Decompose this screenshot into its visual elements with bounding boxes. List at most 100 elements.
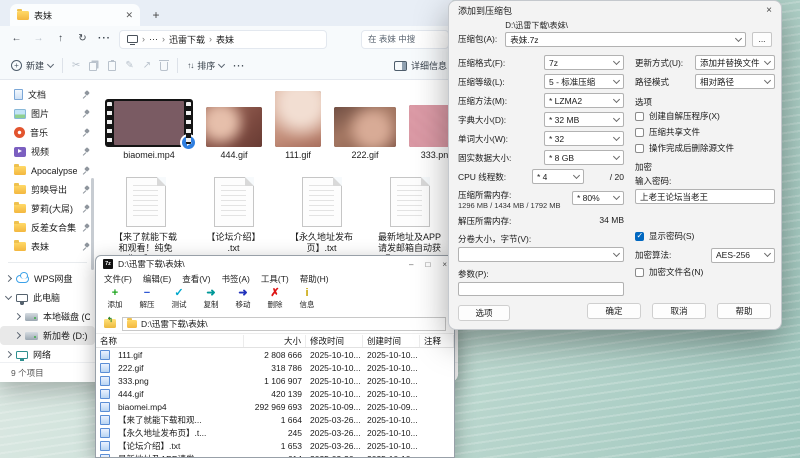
sidebar-item-图片[interactable]: 图片 (0, 104, 95, 123)
column-header-创建时间[interactable]: 创建时间 (363, 335, 420, 347)
search-input[interactable]: 在 表妹 中搜 (361, 30, 449, 49)
menu-编辑(E)[interactable]: 编辑(E) (143, 273, 171, 285)
tool-解压[interactable]: −解压 (136, 287, 158, 314)
file-item-txt[interactable]: 最新地址及APP请发邮箱自动获取！！！.txt (369, 177, 450, 265)
sidebar-item-剪映导出[interactable]: 剪映导出 (0, 180, 95, 199)
archive-file-row[interactable]: 【永久地址发布页】.t...2452025-03-26...2025-10-10… (96, 426, 454, 439)
file-item-biaomei.mp4[interactable]: biaomei.mp4 (105, 99, 193, 161)
share-icon[interactable]: ↗ (143, 61, 151, 71)
paste-icon[interactable] (108, 61, 116, 71)
field-combobox[interactable]: 5 - 标准压缩 (544, 74, 624, 89)
options-button[interactable]: 选项 (458, 305, 510, 321)
up-folder-icon[interactable] (104, 319, 116, 328)
file-item-txt[interactable]: 【永久地址发布页】.txt (281, 177, 362, 265)
back-button[interactable]: ← (9, 34, 24, 44)
chevron-down-icon[interactable] (5, 293, 12, 300)
menu-文件(F)[interactable]: 文件(F) (104, 273, 132, 285)
tab-biaomei[interactable]: 表妹 ✕ (10, 4, 140, 26)
dialog-title-bar[interactable]: 添加到压缩包 × (449, 1, 781, 19)
new-tab-button[interactable]: + (146, 5, 166, 25)
sidebar-item-本地磁盘 (C:)[interactable]: 本地磁盘 (C:) (0, 307, 95, 326)
sevenzip-title-bar[interactable]: 7z D:\迅雷下载\表妹\ – □ × (96, 256, 454, 272)
help-button[interactable]: 帮助 (717, 303, 771, 319)
checkbox-压缩共享文件[interactable]: 压缩共享文件 (635, 124, 775, 140)
tool-添加[interactable]: +添加 (104, 287, 126, 314)
archive-file-row[interactable]: 333.png1 106 9072025-10-10...2025-10-10.… (96, 374, 454, 387)
breadcrumb-segment[interactable]: 迅雷下载 (169, 33, 205, 46)
encryption-method-combobox[interactable]: AES-256 (711, 248, 775, 263)
column-header-修改时间[interactable]: 修改时间 (306, 335, 363, 347)
menu-工具(T)[interactable]: 工具(T) (261, 273, 289, 285)
parameters-input[interactable] (458, 282, 624, 296)
field-combobox[interactable]: * 8 GB (544, 150, 624, 165)
file-item-111.gif[interactable]: 111.gif (275, 91, 321, 161)
menu-书签(A)[interactable]: 书签(A) (222, 273, 250, 285)
field-combobox[interactable]: * 4 (532, 169, 584, 184)
refresh-button[interactable]: ↻ (75, 34, 90, 44)
field-combobox[interactable]: * LZMA2 (544, 93, 624, 108)
tool-移动[interactable]: ➜移动 (232, 287, 254, 314)
archive-name-combobox[interactable]: 表妹.7z (505, 32, 746, 47)
checkbox-创建自解压程序(X)[interactable]: 创建自解压程序(X) (635, 108, 775, 124)
field-combobox[interactable]: 添加并替换文件 (695, 55, 775, 70)
breadcrumb-segment[interactable]: 表妹 (216, 33, 234, 46)
file-item-222.gif[interactable]: 222.gif (334, 107, 396, 161)
cut-icon[interactable]: ✂ (72, 61, 80, 71)
archive-file-row[interactable]: 【来了就能下载和观...1 6642025-03-26...2025-10-10… (96, 413, 454, 426)
sidebar-item-Apocalypse[interactable]: Apocalypse (0, 161, 95, 180)
up-button[interactable]: ↑ (53, 34, 68, 44)
tool-删除[interactable]: ✗删除 (264, 287, 286, 314)
sidebar-item-新加卷 (D:)[interactable]: 新加卷 (D:) (0, 326, 95, 345)
archive-file-row[interactable]: 最新地址及APP请发...6142025-03-26...2025-10-10.… (96, 452, 454, 458)
minimize-button[interactable]: – (409, 260, 413, 269)
field-combobox[interactable]: 相对路径 (695, 74, 775, 89)
details-pane-button[interactable]: 详细信息 (394, 59, 447, 72)
sidebar-item-萝莉(大屌)[interactable]: 萝莉(大屌) (0, 199, 95, 218)
sidebar-item-此电脑[interactable]: 此电脑 (0, 288, 95, 307)
sevenzip-path-input[interactable]: D:\迅雷下载\表妹\ (122, 317, 446, 331)
maximize-button[interactable]: □ (425, 260, 430, 269)
new-button[interactable]: + 新建 (11, 59, 53, 72)
file-item-txt[interactable]: 【来了就能下载和观看！纯免费！】.txt (105, 177, 186, 265)
chevron-right-icon[interactable] (5, 275, 12, 282)
tool-测试[interactable]: ✓测试 (168, 287, 190, 314)
menu-查看(V)[interactable]: 查看(V) (182, 273, 210, 285)
sidebar-item-反差女合集[interactable]: 反差女合集 (0, 218, 95, 237)
close-button[interactable]: × (442, 260, 447, 269)
field-combobox[interactable]: * 32 (544, 131, 624, 146)
tool-复制[interactable]: ➜复制 (200, 287, 222, 314)
sidebar-item-文档[interactable]: 文档 (0, 85, 95, 104)
chevron-right-icon[interactable] (14, 332, 21, 339)
sidebar-item-音乐[interactable]: 音乐 (0, 123, 95, 142)
copy-icon[interactable] (89, 62, 97, 71)
field-combobox[interactable]: * 32 MB (544, 112, 624, 127)
close-icon[interactable]: × (766, 5, 772, 16)
forward-button[interactable]: → (31, 34, 46, 44)
menu-帮助(H)[interactable]: 帮助(H) (300, 273, 329, 285)
column-header-大小[interactable]: 大小 (244, 335, 306, 347)
sidebar-item-WPS网盘[interactable]: WPS网盘 (0, 269, 95, 288)
sidebar-item-视频[interactable]: 视频 (0, 142, 95, 161)
sidebar-item-表妹[interactable]: 表妹 (0, 237, 95, 256)
chevron-right-icon[interactable] (14, 313, 21, 320)
browse-button[interactable]: ... (752, 32, 772, 47)
delete-icon[interactable] (160, 62, 168, 71)
chevron-right-icon[interactable] (5, 351, 12, 358)
file-item-txt[interactable]: 【论坛介绍】.txt (193, 177, 274, 265)
archive-file-row[interactable]: 111.gif2 808 6662025-10-10...2025-10-10.… (96, 348, 454, 361)
rename-icon[interactable]: ✎ (125, 61, 133, 71)
sort-button[interactable]: ↑↓ 排序 (187, 59, 224, 72)
tool-信息[interactable]: i信息 (296, 287, 318, 314)
archive-file-row[interactable]: 444.gif420 1392025-10-10...2025-10-10... (96, 387, 454, 400)
nav-more-button[interactable]: ··· (97, 34, 112, 44)
field-combobox[interactable]: 7z (544, 55, 624, 70)
column-header-名称[interactable]: 名称 (96, 335, 244, 347)
cancel-button[interactable]: 取消 (652, 303, 706, 319)
memory-percent-combobox[interactable]: * 80% (572, 191, 624, 205)
split-size-combobox[interactable] (458, 247, 624, 262)
checkbox-操作完成后删除源文件[interactable]: 操作完成后删除源文件 (635, 140, 775, 156)
archive-file-row[interactable]: 222.gif318 7862025-10-10...2025-10-10... (96, 361, 454, 374)
archive-file-row[interactable]: biaomei.mp4292 969 6932025-10-09...2025-… (96, 400, 454, 413)
ok-button[interactable]: 确定 (587, 303, 641, 319)
breadcrumb-ellipsis[interactable]: ··· (149, 34, 158, 44)
